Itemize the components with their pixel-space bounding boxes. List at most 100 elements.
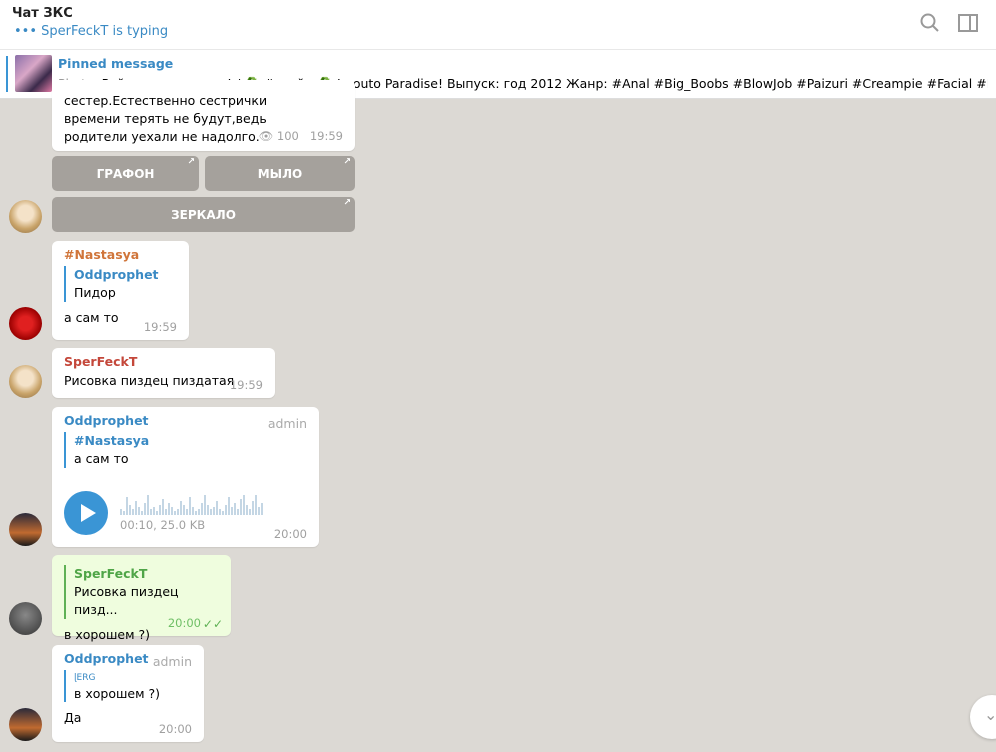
waveform-bar — [255, 495, 257, 515]
reply-author: #Nastasya — [74, 433, 150, 448]
pinned-thumbnail — [15, 55, 52, 92]
views-count: 100 — [276, 129, 299, 143]
message-time: 20:00 — [167, 616, 201, 630]
waveform-bar — [201, 503, 203, 515]
reply-author: ɭERG — [74, 673, 96, 683]
waveform-bar — [258, 507, 260, 515]
chat-header: Чат ЗКС ••• SperFeckT is typing — [0, 0, 996, 50]
play-button[interactable] — [64, 491, 108, 535]
message-time: 19:59 — [143, 320, 177, 334]
waveform-bar — [129, 505, 131, 515]
waveform-bar — [174, 511, 176, 515]
waveform-bar — [165, 509, 167, 515]
waveform-bar — [222, 511, 224, 515]
message-time: 19:59 — [309, 129, 343, 143]
waveform-bar — [132, 509, 134, 515]
reply-quote[interactable]: #Nastasya а сам то — [64, 432, 307, 468]
eye-icon: 👁 — [258, 129, 277, 143]
waveform-bar — [192, 507, 194, 515]
external-link-icon: ↗ — [187, 157, 195, 167]
waveform-bar — [249, 509, 251, 515]
waveform-bar — [225, 505, 227, 515]
message-bubble: SperFeckT Рисовка пиздец пиздатая 19:59 — [52, 348, 275, 398]
waveform-bar — [171, 507, 173, 515]
pinned-accent-bar — [6, 56, 8, 92]
reply-text: а сам то — [74, 451, 129, 466]
reply-author: Oddprophet — [74, 267, 159, 282]
message-time: 19:59 — [229, 378, 263, 392]
avatar[interactable] — [9, 602, 42, 635]
message-bubble: сестер.Естественно сестрички времени тер… — [52, 80, 355, 151]
waveform-bar — [123, 511, 125, 515]
message-time: 20:00 — [158, 722, 192, 736]
inline-button-grafon[interactable]: ГРАФОН ↗ — [52, 156, 199, 191]
waveform-bar — [252, 501, 254, 515]
waveform-bar — [234, 503, 236, 515]
waveform-bar — [240, 499, 242, 515]
double-check-icon: ✓✓ — [202, 617, 223, 631]
avatar[interactable] — [9, 708, 42, 741]
waveform-bar — [213, 507, 215, 515]
reply-quote[interactable]: SperFeckT Рисовка пиздец пизд... — [64, 565, 219, 619]
admin-badge: admin — [267, 416, 307, 431]
reply-quote[interactable]: ɭERG в хорошем ?) — [64, 670, 192, 702]
waveform-bar — [231, 507, 233, 515]
waveform-bar — [153, 507, 155, 515]
reply-text: Рисовка пиздец пизд... — [74, 584, 179, 617]
waveform-bar — [210, 509, 212, 515]
waveform-bar — [138, 507, 140, 515]
button-label: ГРАФОН — [96, 166, 155, 181]
voice-info: 00:10, 25.0 KB — [120, 518, 206, 532]
reply-text: в хорошем ?) — [74, 686, 161, 701]
waveform-bar — [135, 501, 137, 515]
typing-status: ••• SperFeckT is typing — [14, 24, 169, 39]
message-author[interactable]: SperFeckT — [64, 354, 263, 369]
waveform-bar — [261, 503, 263, 515]
reply-quote[interactable]: Oddprophet Пидор — [64, 266, 177, 302]
admin-badge: admin — [152, 654, 192, 669]
waveform-bar — [195, 511, 197, 515]
message-bubble: #Nastasya Oddprophet Пидор а сам то 19:59 — [52, 241, 189, 340]
avatar[interactable] — [9, 513, 42, 546]
voice-waveform[interactable] — [120, 493, 263, 515]
reply-text: Пидор — [74, 285, 116, 300]
scroll-down-button[interactable]: ⌄ — [970, 695, 996, 739]
inline-button-mylo[interactable]: МЫЛО ↗ — [205, 156, 355, 191]
waveform-bar — [120, 509, 122, 515]
message-bubble: Oddprophet admin #Nastasya а сам то 00:10… — [52, 407, 319, 547]
waveform-bar — [168, 503, 170, 515]
message-time: 20:00 — [273, 527, 307, 541]
chevron-down-icon: ⌄ — [984, 705, 996, 724]
waveform-bar — [207, 505, 209, 515]
avatar[interactable] — [9, 365, 42, 398]
waveform-bar — [141, 511, 143, 515]
waveform-bar — [219, 509, 221, 515]
waveform-bar — [189, 497, 191, 515]
avatar[interactable] — [9, 307, 42, 340]
message-bubble-own: SperFeckT Рисовка пиздец пизд... в хороше… — [52, 555, 231, 642]
waveform-bar — [156, 511, 158, 515]
pinned-title: Pinned message — [58, 56, 174, 71]
message-author[interactable]: #Nastasya — [64, 247, 177, 262]
waveform-bar — [183, 505, 185, 515]
button-label: ЗЕРКАЛО — [171, 207, 236, 222]
waveform-bar — [147, 495, 149, 515]
external-link-icon: ↗ — [343, 198, 351, 208]
waveform-bar — [150, 509, 152, 515]
waveform-bar — [144, 503, 146, 515]
reply-author: SperFeckT — [74, 566, 148, 581]
external-link-icon: ↗ — [343, 157, 351, 167]
waveform-bar — [186, 509, 188, 515]
waveform-bar — [162, 499, 164, 515]
avatar[interactable] — [9, 200, 42, 233]
waveform-bar — [243, 495, 245, 515]
sidebar-toggle-icon[interactable] — [957, 12, 979, 34]
inline-button-zerkalo[interactable]: ЗЕРКАЛО ↗ — [52, 197, 355, 232]
waveform-bar — [198, 509, 200, 515]
waveform-bar — [177, 509, 179, 515]
chat-title[interactable]: Чат ЗКС — [12, 6, 73, 21]
waveform-bar — [246, 505, 248, 515]
search-icon[interactable] — [919, 12, 941, 34]
waveform-bar — [204, 495, 206, 515]
waveform-bar — [126, 497, 128, 515]
